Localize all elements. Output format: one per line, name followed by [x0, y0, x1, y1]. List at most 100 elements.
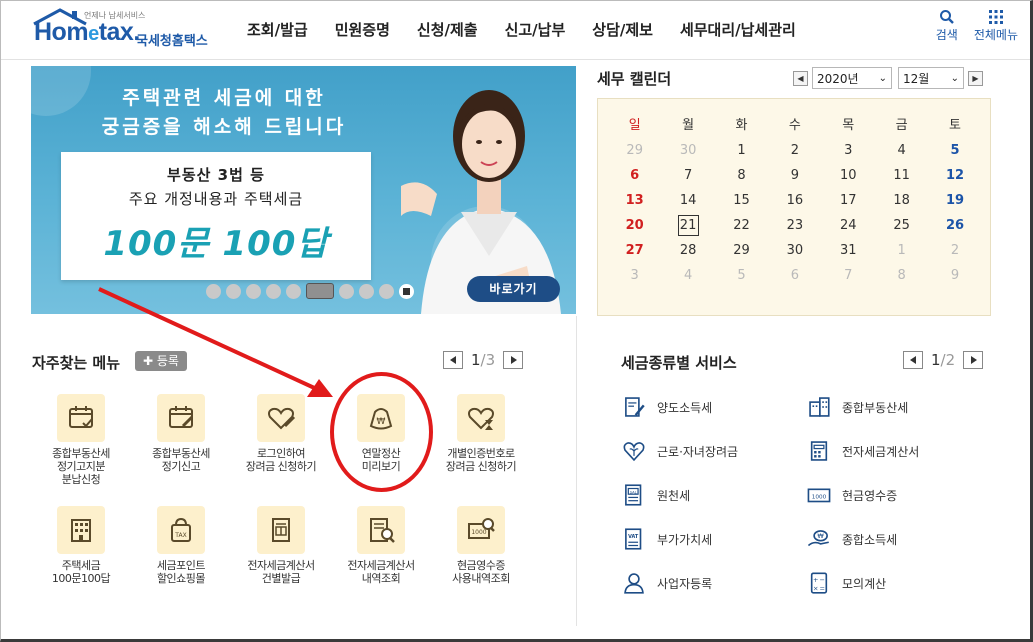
calendar-day[interactable]: 31	[822, 240, 875, 265]
calendar-day[interactable]: 5	[715, 265, 768, 290]
calendar-day[interactable]: 20	[608, 215, 661, 240]
calendar-title: 세무 캘린더	[597, 70, 672, 88]
pause-icon[interactable]	[399, 283, 414, 299]
calendar-day[interactable]: 13	[608, 190, 661, 215]
calendar-day[interactable]: 1	[875, 240, 928, 265]
calendar-day[interactable]: 19	[928, 190, 981, 215]
search-button[interactable]: 검색	[936, 8, 958, 43]
all-menu-label: 전체메뉴	[973, 28, 1018, 42]
tax-service-item[interactable]: 사업자등록	[621, 570, 712, 596]
nav-item-applications[interactable]: 신청/제출	[417, 19, 478, 40]
tax-service-item[interactable]: ₩ 종합소득세	[806, 526, 897, 552]
calendar-day[interactable]: 29	[715, 240, 768, 265]
next-month-button[interactable]: ▶	[968, 70, 983, 86]
calendar-day[interactable]: 3	[822, 140, 875, 165]
favorite-menu-label: 전자세금계산서 내역조회	[347, 559, 415, 585]
receipt-search-icon: 1000	[457, 506, 505, 554]
favorite-menu-item[interactable]: 개별인증번호로 장려금 신청하기	[431, 394, 531, 473]
calendar-day[interactable]: 5	[928, 140, 981, 165]
calendar-day[interactable]: 9	[928, 265, 981, 290]
tax-service-item[interactable]: 1000 현금영수증	[806, 482, 897, 508]
year-select[interactable]: 2020년 ⌄	[812, 67, 892, 89]
calendar-day[interactable]: 2	[928, 240, 981, 265]
calendar-day[interactable]: 1	[715, 140, 768, 165]
favorites-prev-button[interactable]	[443, 351, 463, 369]
calendar-day[interactable]: 23	[768, 215, 821, 240]
calendar-weekday: 목	[842, 118, 855, 133]
svg-text:SAL: SAL	[630, 490, 638, 494]
nav-item-filing[interactable]: 신고/납부	[505, 19, 566, 40]
calendar-day[interactable]: 24	[822, 215, 875, 240]
calendar-day[interactable]: 8	[715, 165, 768, 190]
favorite-menu-label: 주택세금 100문100답	[51, 559, 111, 585]
calendar-day[interactable]: 8	[875, 265, 928, 290]
calendar-today[interactable]: 21	[677, 215, 699, 236]
calendar-day[interactable]: 26	[928, 215, 981, 240]
hometax-logo[interactable]: 언제나 납세서비스 Hometax. 국세청홈택스	[32, 8, 222, 49]
calendar-week-row: 6 7 8 9 10 11 12	[608, 165, 982, 190]
calendar-day[interactable]: 27	[608, 240, 661, 265]
calendar-day[interactable]: 18	[875, 190, 928, 215]
tax-service-item[interactable]: VAT 부가가치세	[621, 526, 712, 552]
calendar-day[interactable]: 3	[608, 265, 661, 290]
tax-service-item[interactable]: 종합부동산세	[806, 394, 908, 420]
nav-item-tax-agent[interactable]: 세무대리/납세관리	[680, 19, 796, 40]
favorites-next-button[interactable]	[503, 351, 524, 369]
calendar-day[interactable]: 7	[661, 165, 714, 190]
calendar-day[interactable]: 10	[822, 165, 875, 190]
calendar-day[interactable]: 17	[822, 190, 875, 215]
favorite-menu-item[interactable]: 전자세금계산서 건별발급	[231, 506, 331, 585]
calendar-weekday: 일	[628, 118, 641, 133]
calendar-day[interactable]: 15	[715, 190, 768, 215]
prev-year-button[interactable]: ◀	[793, 70, 808, 86]
svg-text:₩: ₩	[817, 532, 824, 540]
favorite-menu-label: 종합부동산세 정기고지분 분납신청	[52, 447, 110, 486]
banner-go-button[interactable]: 바로가기	[467, 276, 560, 302]
calendar-day[interactable]: 25	[875, 215, 928, 240]
services-pager: 1/2	[903, 351, 984, 369]
calendar-day[interactable]: 30	[661, 140, 714, 165]
nav-item-certificates[interactable]: 민원증명	[335, 19, 390, 40]
calendar-day[interactable]: 22	[715, 215, 768, 240]
tax-service-item[interactable]: SAL 원천세	[621, 482, 690, 508]
tax-service-item[interactable]: 근로·자녀장려금	[621, 438, 738, 464]
banner-headline: 주택관련 세금에 대한 궁금증을 해소해 드립니다	[79, 84, 369, 142]
tax-service-label: 원천세	[657, 488, 691, 503]
calendar-day[interactable]: 28	[661, 240, 714, 265]
tax-service-item[interactable]: 전자세금계산서	[806, 438, 919, 464]
calendar-day[interactable]: 2	[768, 140, 821, 165]
calendar-day[interactable]: 4	[661, 265, 714, 290]
calendar-day[interactable]: 16	[768, 190, 821, 215]
calendar-day[interactable]: 30	[768, 240, 821, 265]
tax-service-item[interactable]: 양도소득세	[621, 394, 712, 420]
calendar-day[interactable]: 6	[608, 165, 661, 190]
calendar-day[interactable]: 7	[822, 265, 875, 290]
services-prev-button[interactable]	[903, 351, 923, 369]
slide-dot[interactable]	[359, 283, 374, 299]
person-icon	[621, 570, 647, 596]
calendar-day[interactable]: 9	[768, 165, 821, 190]
services-next-button[interactable]	[963, 351, 984, 369]
promo-banner[interactable]: 주택관련 세금에 대한 궁금증을 해소해 드립니다 부동산 3법 등 주요 개정…	[31, 66, 576, 314]
calendar-day[interactable]: 11	[875, 165, 928, 190]
calendar-day[interactable]: 29	[608, 140, 661, 165]
nav-item-inquiry[interactable]: 조회/발급	[247, 19, 308, 40]
month-select[interactable]: 12월 ⌄	[898, 67, 964, 89]
favorite-menu-item[interactable]: 전자세금계산서 내역조회	[331, 506, 431, 585]
slide-dot[interactable]	[379, 283, 394, 299]
favorite-menu-item[interactable]: 주택세금 100문100답	[31, 506, 131, 585]
nav-item-consult[interactable]: 상담/제보	[592, 19, 653, 40]
favorite-menu-item[interactable]: 1000 현금영수증 사용내역조회	[431, 506, 531, 585]
logo-wordmark: Hometax.	[34, 18, 140, 46]
building-icon	[57, 506, 105, 554]
tax-service-item[interactable]: + − × = 모의계산	[806, 570, 886, 596]
favorite-menu-item[interactable]: TAX 세금포인트 할인쇼핑몰	[131, 506, 231, 585]
buildings-icon	[806, 394, 832, 420]
calendar-day[interactable]: 12	[928, 165, 981, 190]
calendar-day[interactable]: 6	[768, 265, 821, 290]
calendar-day[interactable]: 21	[661, 215, 714, 240]
calendar-day[interactable]: 14	[661, 190, 714, 215]
calendar-week-row: 27 28 29 30 31 1 2	[608, 240, 982, 265]
calendar-day[interactable]: 4	[875, 140, 928, 165]
all-menu-button[interactable]: 전체메뉴	[974, 8, 1018, 43]
